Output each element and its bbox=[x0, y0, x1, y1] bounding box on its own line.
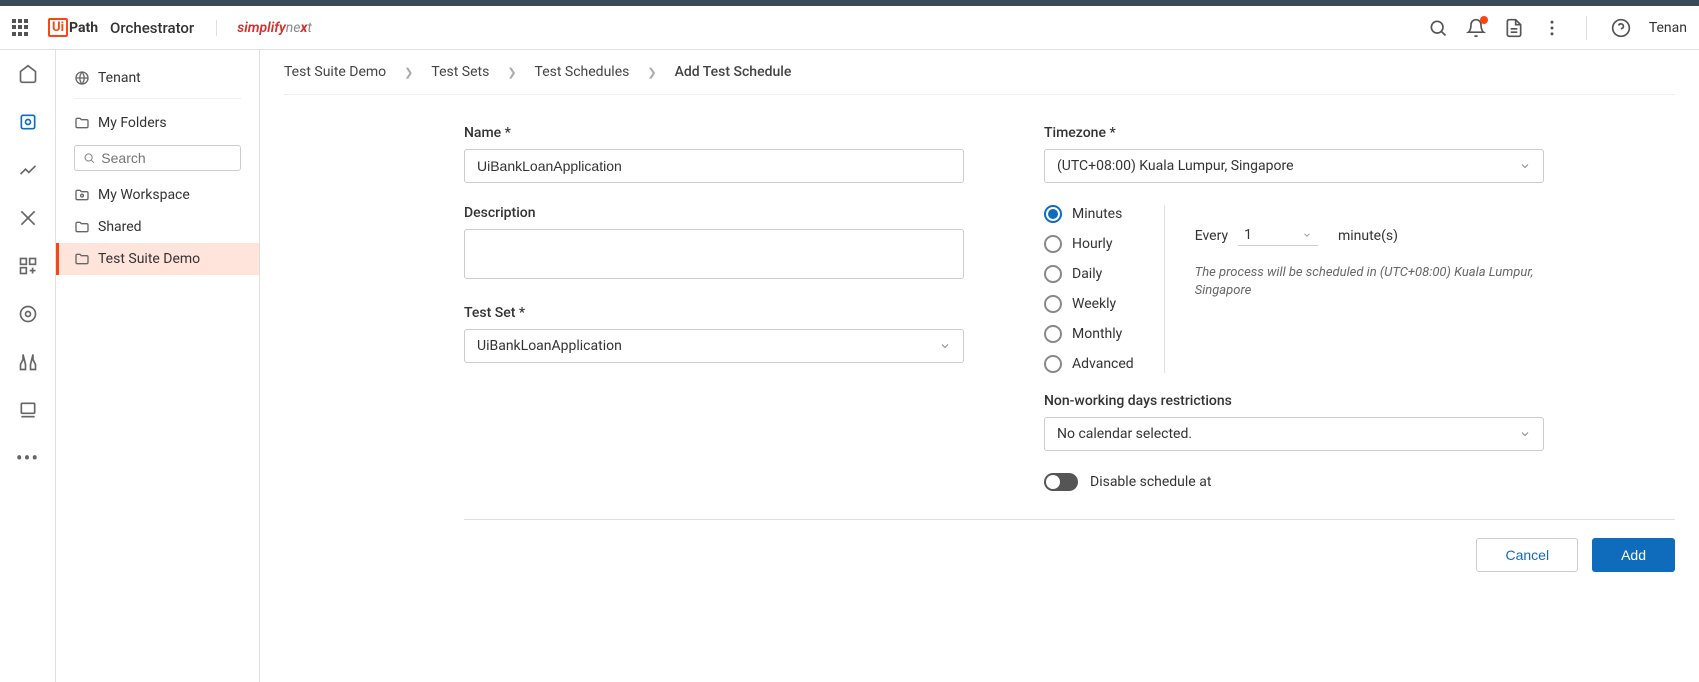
uipath-box: Ui bbox=[48, 18, 68, 37]
name-label: Name * bbox=[464, 125, 964, 141]
search-icon[interactable] bbox=[1428, 18, 1448, 38]
timezone-label: Timezone * bbox=[1044, 125, 1544, 141]
cancel-button[interactable]: Cancel bbox=[1476, 538, 1578, 572]
folder-search-input[interactable] bbox=[101, 150, 232, 166]
chevron-down-icon bbox=[1519, 428, 1531, 440]
folder-panel: Tenant My Folders My Workspace Shared Te… bbox=[56, 50, 260, 682]
folder-item-myworkspace[interactable]: My Workspace bbox=[56, 179, 259, 211]
frequency-hourly[interactable]: Hourly bbox=[1044, 235, 1134, 253]
frequency-advanced[interactable]: Advanced bbox=[1044, 355, 1134, 373]
nav-rail: ••• bbox=[0, 50, 56, 682]
help-icon[interactable] bbox=[1611, 18, 1631, 38]
frequency-radio-group: Minutes Hourly Daily Weekly Monthly Adva… bbox=[1044, 205, 1165, 373]
chevron-right-icon: ❯ bbox=[647, 66, 656, 79]
crumb-current: Add Test Schedule bbox=[675, 64, 792, 80]
chevron-right-icon: ❯ bbox=[404, 66, 413, 79]
logo[interactable]: Ui Path Orchestrator bbox=[48, 18, 194, 37]
product-title: Orchestrator bbox=[110, 19, 194, 37]
crumb-testschedules[interactable]: Test Schedules bbox=[535, 64, 630, 80]
frequency-weekly[interactable]: Weekly bbox=[1044, 295, 1134, 313]
more-vert-icon[interactable] bbox=[1542, 18, 1562, 38]
notifications-icon[interactable] bbox=[1466, 18, 1486, 38]
description-input[interactable] bbox=[464, 229, 964, 279]
testset-select[interactable]: UiBankLoanApplication bbox=[464, 329, 964, 363]
tenant-label[interactable]: Tenan bbox=[1649, 20, 1687, 36]
every-value-select[interactable]: 1 bbox=[1238, 225, 1318, 246]
timezone-select[interactable]: (UTC+08:00) Kuala Lumpur, Singapore bbox=[1044, 149, 1544, 183]
content-area: Test Suite Demo ❯ Test Sets ❯ Test Sched… bbox=[260, 50, 1699, 682]
every-unit-label: minute(s) bbox=[1338, 228, 1398, 244]
testset-label: Test Set * bbox=[464, 305, 964, 321]
frequency-daily[interactable]: Daily bbox=[1044, 265, 1134, 283]
rail-queues-icon[interactable] bbox=[16, 206, 40, 230]
notification-dot bbox=[1480, 16, 1488, 24]
uipath-text: Path bbox=[69, 20, 98, 36]
crumb-root[interactable]: Test Suite Demo bbox=[284, 64, 386, 80]
folder-item-testsuitedemo[interactable]: Test Suite Demo bbox=[56, 243, 259, 275]
disable-schedule-toggle[interactable] bbox=[1044, 473, 1078, 491]
footer-actions: Cancel Add bbox=[464, 519, 1675, 590]
folder-item-shared[interactable]: Shared bbox=[56, 211, 259, 243]
tenant-link[interactable]: Tenant bbox=[56, 60, 259, 92]
rail-machines-icon[interactable] bbox=[16, 398, 40, 422]
document-icon[interactable] bbox=[1504, 18, 1524, 38]
frequency-minutes[interactable]: Minutes bbox=[1044, 205, 1134, 223]
divider bbox=[1586, 16, 1587, 40]
rail-storage-icon[interactable] bbox=[16, 302, 40, 326]
nonworking-select[interactable]: No calendar selected. bbox=[1044, 417, 1544, 451]
chevron-down-icon bbox=[939, 340, 951, 352]
nonworking-label: Non-working days restrictions bbox=[1044, 393, 1544, 409]
header: Ui Path Orchestrator simplifynext Tenan bbox=[0, 6, 1699, 50]
folder-search[interactable] bbox=[74, 145, 241, 171]
partner-logo: simplifynext bbox=[216, 20, 312, 36]
frequency-monthly[interactable]: Monthly bbox=[1044, 325, 1134, 343]
schedule-note: The process will be scheduled in (UTC+08… bbox=[1195, 264, 1544, 300]
crumb-testsets[interactable]: Test Sets bbox=[431, 64, 489, 80]
chevron-down-icon bbox=[1519, 160, 1531, 172]
every-label: Every bbox=[1195, 228, 1228, 244]
rail-assets-icon[interactable] bbox=[16, 254, 40, 278]
chevron-right-icon: ❯ bbox=[507, 66, 516, 79]
description-label: Description bbox=[464, 205, 964, 221]
chevron-down-icon bbox=[1302, 230, 1312, 240]
rail-home-icon[interactable] bbox=[16, 62, 40, 86]
rail-monitoring-icon[interactable] bbox=[16, 158, 40, 182]
disable-schedule-label: Disable schedule at bbox=[1090, 474, 1211, 490]
apps-grid-icon[interactable] bbox=[12, 19, 30, 37]
rail-more-icon[interactable]: ••• bbox=[16, 446, 39, 470]
name-input[interactable] bbox=[464, 149, 964, 183]
rail-testing-icon[interactable] bbox=[16, 350, 40, 374]
breadcrumb: Test Suite Demo ❯ Test Sets ❯ Test Sched… bbox=[284, 50, 1675, 95]
add-button[interactable]: Add bbox=[1592, 538, 1675, 572]
rail-automations-icon[interactable] bbox=[16, 110, 40, 134]
my-folders-label: My Folders bbox=[56, 105, 259, 137]
